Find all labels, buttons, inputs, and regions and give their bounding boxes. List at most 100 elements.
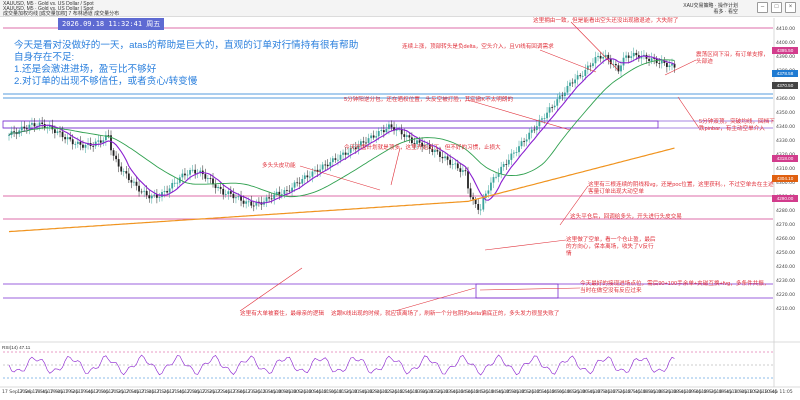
price-tag: 4370.50 bbox=[772, 81, 798, 89]
candle-body bbox=[444, 156, 446, 159]
candle-body bbox=[270, 198, 273, 200]
candle-body bbox=[232, 193, 235, 199]
annotation-open-plan: 今天开盘计划就是顶多，这里开始马丁，但不好的习惯，止损大 bbox=[344, 145, 501, 151]
candle-body bbox=[140, 191, 143, 193]
candle-body bbox=[245, 201, 248, 204]
minimize-icon[interactable]: – bbox=[757, 2, 768, 13]
trading-chart-window: XAUUSD, M5 · Gold vs. US Dollar / Spot X… bbox=[0, 0, 800, 400]
candle-body bbox=[566, 85, 569, 93]
candle-body bbox=[41, 122, 44, 124]
candle-body bbox=[632, 52, 635, 57]
price-tick-label: 4300.00 bbox=[776, 181, 795, 186]
price-tick-label: 4360.00 bbox=[776, 97, 795, 102]
candle-body bbox=[250, 201, 253, 206]
candle-body bbox=[298, 182, 301, 184]
close-icon[interactable]: × bbox=[785, 2, 796, 13]
candle-body bbox=[569, 82, 571, 86]
candle-body bbox=[615, 64, 617, 66]
candle-body bbox=[477, 204, 480, 210]
candle-body bbox=[331, 158, 334, 163]
toolbar-right-sub: 看多 · 看空 bbox=[713, 9, 738, 15]
candle-body bbox=[630, 56, 633, 58]
candle-body bbox=[495, 176, 497, 178]
candle-body bbox=[61, 131, 64, 138]
annotation-consensus: 这里拥由一致，但是能看出空头还没出现撤退迹，大失耐了 bbox=[533, 18, 679, 24]
price-tick-label: 4410.00 bbox=[776, 27, 795, 32]
candle-body bbox=[324, 164, 327, 166]
annotation-arrow bbox=[484, 239, 567, 251]
annotation-5min-yang: 5分钟阳逆分包，还在晒权位置，头反空被打脸，其实撤K不太明朗的 bbox=[344, 97, 514, 103]
candle-body bbox=[487, 190, 490, 194]
candle-body bbox=[296, 182, 299, 184]
candle-body bbox=[482, 197, 485, 210]
candle-body bbox=[533, 129, 536, 131]
candle-body bbox=[671, 63, 673, 66]
candle-body bbox=[561, 95, 564, 97]
candle-body bbox=[362, 141, 365, 143]
candle-body bbox=[525, 139, 528, 142]
candle-body bbox=[189, 170, 191, 175]
candle-body bbox=[375, 136, 378, 138]
candle-body bbox=[303, 175, 306, 179]
candle-body bbox=[334, 158, 337, 160]
candle-body bbox=[219, 186, 222, 189]
candle-body bbox=[309, 176, 311, 178]
annotation-range-support: 震荡区间下沿，有订单支撑，头部迹 bbox=[696, 52, 769, 65]
candle-body bbox=[321, 164, 324, 170]
price-tag: 4395.50 bbox=[772, 46, 798, 54]
journal-note: 今天是看对没做好的一天，atas的帮助是巨大的，直观的订单对行情持有很有帮助 自… bbox=[14, 40, 404, 88]
candle-body bbox=[326, 164, 329, 167]
candle-body bbox=[212, 178, 214, 185]
candle-body bbox=[173, 182, 176, 184]
price-tag: 4318.00 bbox=[772, 155, 798, 163]
candle-body bbox=[163, 191, 166, 193]
candle-body bbox=[602, 56, 605, 59]
candle-body bbox=[622, 57, 625, 66]
candle-body bbox=[224, 194, 227, 195]
candle-body bbox=[660, 60, 663, 64]
candle-body bbox=[365, 142, 367, 144]
candle-body bbox=[385, 128, 388, 133]
annotation-scalp-long: 多头头皮功能 bbox=[262, 163, 296, 169]
candle-body bbox=[551, 107, 554, 109]
candle-body bbox=[31, 123, 33, 125]
candle-body bbox=[472, 197, 474, 200]
annotation-close-short: 这头平仓后，回调给多头，开头进行头皮交易 bbox=[570, 214, 682, 220]
candle-body bbox=[235, 197, 237, 199]
candle-body bbox=[403, 134, 406, 137]
maximize-icon[interactable]: □ bbox=[771, 2, 782, 13]
candle-body bbox=[237, 196, 240, 198]
candle-body bbox=[194, 169, 197, 174]
candle-body bbox=[112, 150, 115, 156]
candle-body bbox=[107, 135, 110, 136]
candle-body bbox=[242, 200, 245, 204]
candle-body bbox=[658, 63, 661, 64]
candle-body bbox=[278, 191, 281, 195]
candle-body bbox=[388, 124, 390, 129]
candle-body bbox=[377, 131, 380, 137]
candle-body bbox=[576, 75, 579, 80]
candle-body bbox=[56, 131, 59, 133]
annotation-top-delta: 连续上涨，顶部转头是负delta，空头介入，且VI线有回调需求 bbox=[402, 44, 554, 50]
candle-body bbox=[380, 130, 383, 132]
candle-body bbox=[13, 131, 15, 133]
candle-body bbox=[546, 112, 548, 119]
annotation-arrow bbox=[479, 287, 581, 291]
candle-body bbox=[115, 155, 117, 160]
candle-body bbox=[464, 170, 467, 172]
candle-body bbox=[372, 135, 375, 138]
candle-body bbox=[413, 143, 416, 145]
price-tick-label: 4220.00 bbox=[776, 293, 795, 298]
note-line-4: 2.对订单的出现不够信任，或者贪心/转变慢 bbox=[14, 76, 198, 87]
annotation-arrow bbox=[677, 96, 700, 129]
candle-body bbox=[497, 173, 500, 177]
indicator-list: 成交量加权均线 [成交量加权] 7 布林通道 成交量分布 bbox=[3, 11, 120, 17]
candle-body bbox=[584, 69, 587, 76]
candle-body bbox=[469, 188, 472, 198]
candle-body bbox=[214, 184, 217, 189]
note-line-3: 1.还是会激进进场，盈亏比不够好 bbox=[14, 64, 157, 75]
candle-body bbox=[143, 190, 146, 192]
candle-body bbox=[329, 162, 332, 167]
time-tick-label: 18 Sep 11:05 bbox=[762, 390, 793, 395]
candle-body bbox=[161, 192, 163, 198]
